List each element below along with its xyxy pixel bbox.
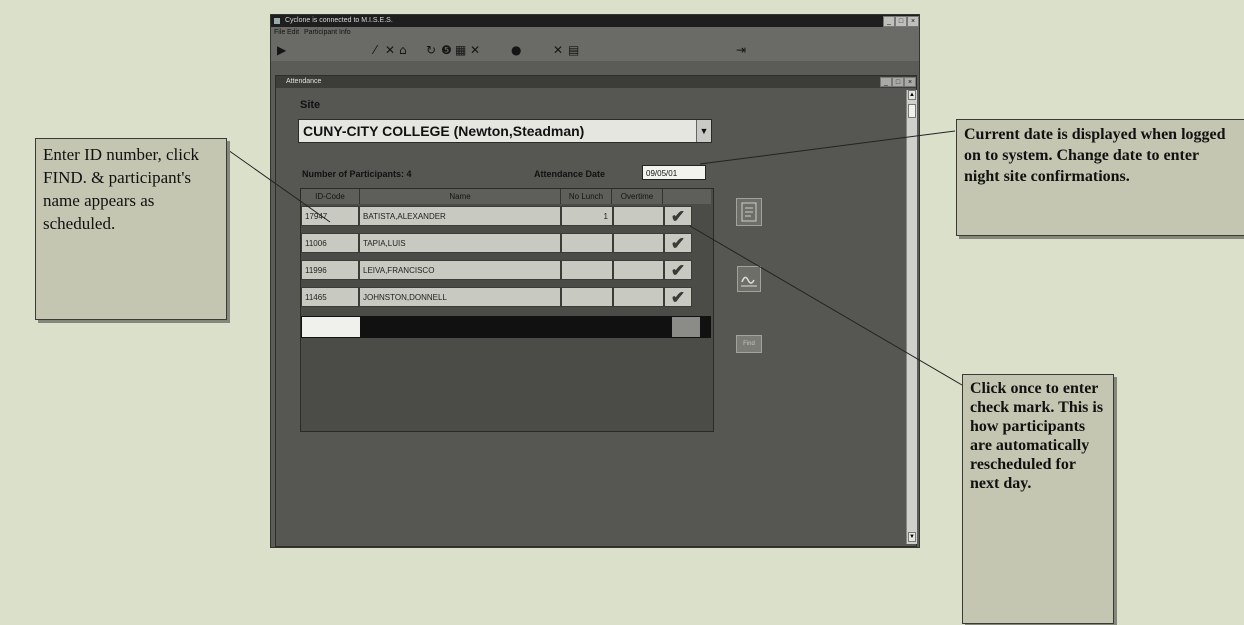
connector-date xyxy=(699,130,956,165)
callout-check-mark: Click once to enter check mark. This is … xyxy=(962,374,1114,624)
connector-check xyxy=(689,225,963,386)
connector-left xyxy=(227,149,331,223)
callout-enter-id: Enter ID number, click FIND. & participa… xyxy=(35,138,227,320)
callout-current-date: Current date is displayed when logged on… xyxy=(956,119,1244,236)
